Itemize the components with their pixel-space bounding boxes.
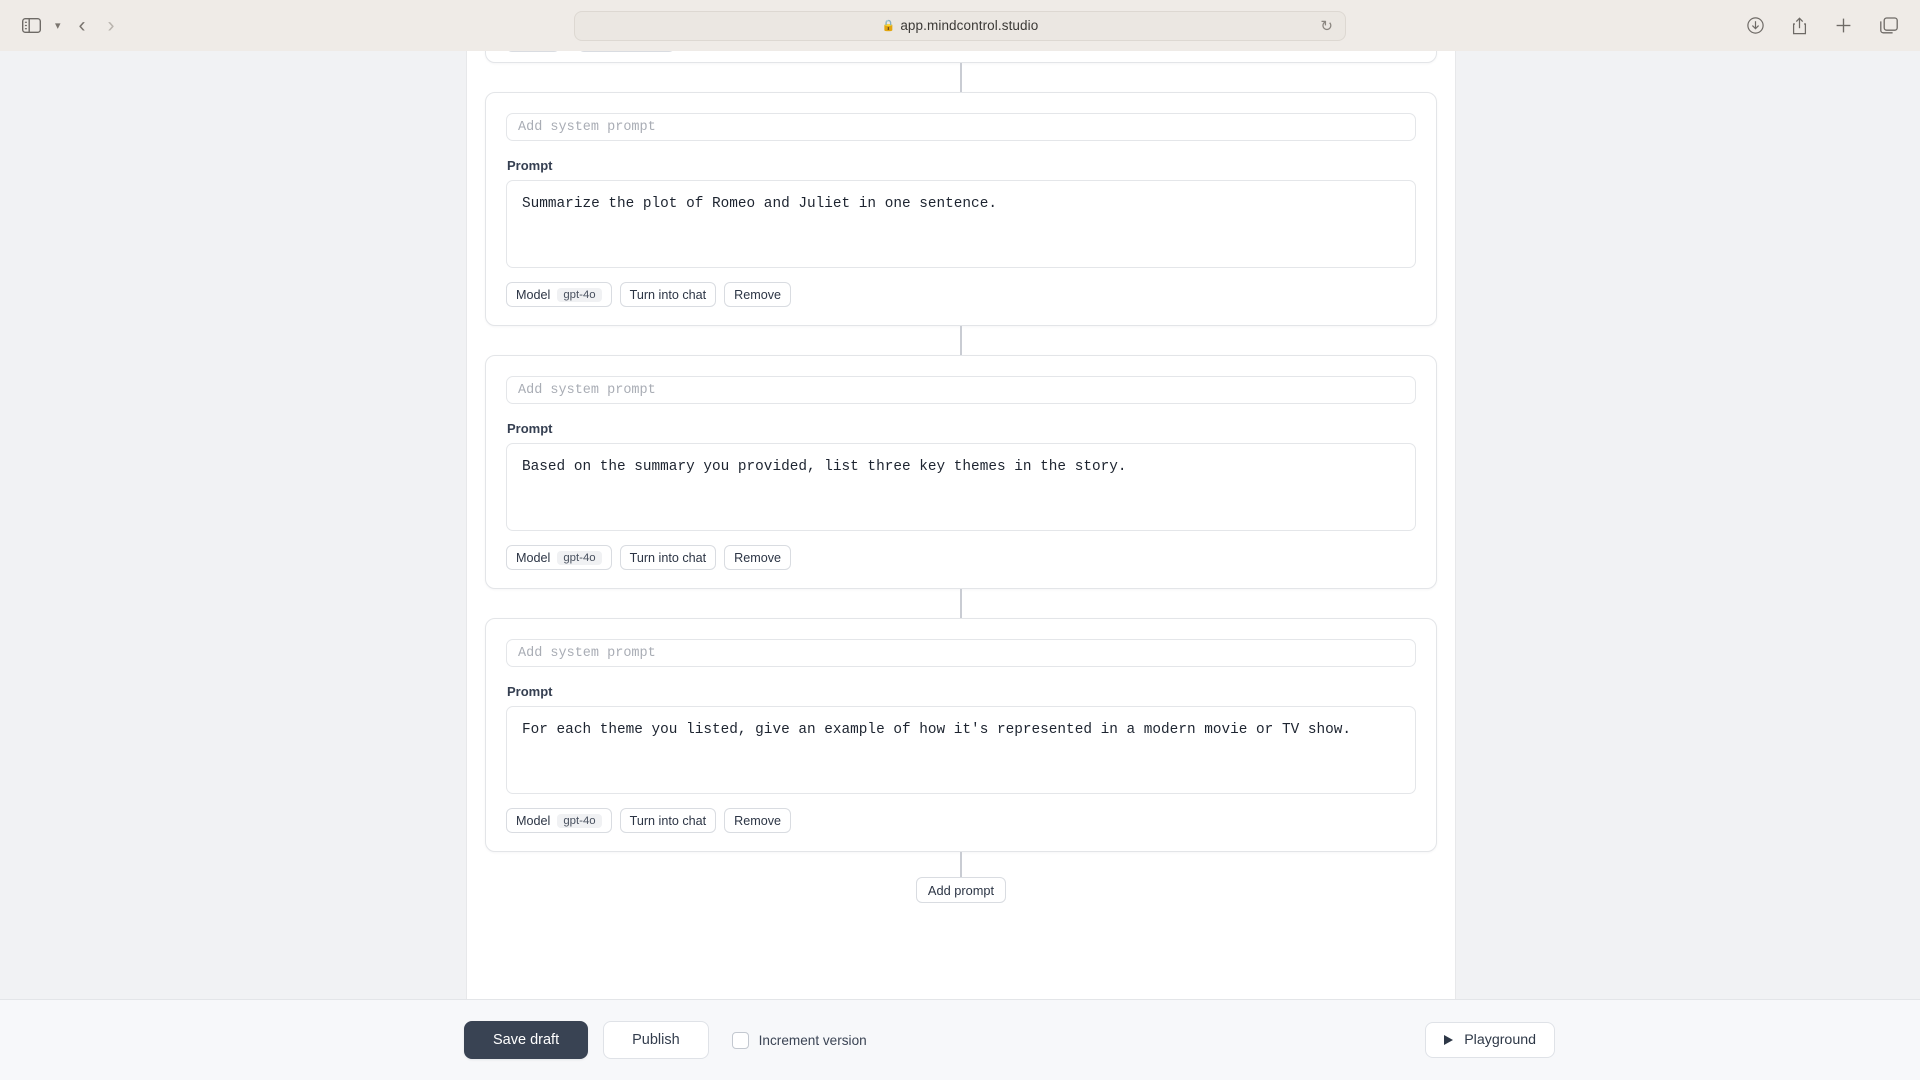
- browser-nav-controls: ▾ ‹ ›: [22, 15, 119, 36]
- remove-button-1-label: Remove: [734, 287, 782, 302]
- turn-into-chat-button-1[interactable]: Turn into chat: [619, 282, 717, 307]
- prompt-card-1: Prompt Model gpt-4o Turn into chat Remov…: [485, 92, 1437, 326]
- browser-toolbar: ▾ ‹ › 🔒 app.mindcontrol.studio ↻: [0, 0, 1920, 51]
- increment-version-control[interactable]: Increment version: [731, 1031, 867, 1049]
- prompt-chain-scroll-area[interactable]: Model Turn into chat Prompt Model: [0, 51, 1920, 999]
- add-prompt-row: Add prompt: [467, 877, 1455, 929]
- increment-version-label: Increment version: [758, 1032, 867, 1048]
- model-button-1[interactable]: Model gpt-4o: [506, 282, 612, 307]
- action-bar-left: Save draft Publish Increment version: [464, 1021, 867, 1059]
- system-prompt-input-1[interactable]: [506, 113, 1416, 141]
- model-button-2-label: Model: [516, 550, 551, 565]
- prompt-card-partial: Model Turn into chat: [485, 51, 1437, 63]
- reload-icon[interactable]: ↻: [1320, 17, 1333, 35]
- lock-icon: 🔒: [881, 20, 896, 32]
- model-button-3[interactable]: Model gpt-4o: [506, 808, 612, 833]
- turn-into-chat-2-label: Turn into chat: [629, 550, 707, 565]
- address-bar-url: app.mindcontrol.studio: [900, 18, 1039, 33]
- add-prompt-label: Add prompt: [927, 882, 995, 898]
- prompt-card-3-actions: Model gpt-4o Turn into chat Remove: [506, 808, 1416, 833]
- prompt-card-2: Prompt Model gpt-4o Turn into chat Remov…: [485, 355, 1437, 589]
- play-icon: [1444, 1035, 1454, 1045]
- action-bar-right: Playground: [1425, 1022, 1555, 1058]
- prompt-label-1: Prompt: [507, 158, 553, 173]
- prompt-textarea-1[interactable]: [506, 180, 1416, 268]
- save-draft-button[interactable]: Save draft: [464, 1021, 589, 1059]
- publish-label: Publish: [632, 1032, 680, 1048]
- prompt-textarea-2[interactable]: [506, 443, 1416, 531]
- publish-button[interactable]: Publish: [603, 1021, 709, 1059]
- share-icon[interactable]: [1792, 16, 1807, 35]
- model-badge-3: gpt-4o: [557, 813, 602, 828]
- browser-actions: [1747, 16, 1898, 35]
- model-badge-1: gpt-4o: [557, 287, 602, 302]
- increment-version-checkbox[interactable]: [731, 1031, 749, 1049]
- turn-into-chat-1-label: Turn into chat: [629, 287, 707, 302]
- forward-arrow-icon[interactable]: ›: [104, 15, 119, 36]
- card-connector: [467, 63, 1455, 92]
- remove-button-3-label: Remove: [734, 813, 782, 828]
- prompt-label-2: Prompt: [507, 421, 553, 436]
- back-arrow-icon[interactable]: ‹: [75, 15, 90, 36]
- prompt-chain-column: Model Turn into chat Prompt Model: [466, 51, 1456, 999]
- save-draft-label: Save draft: [493, 1032, 560, 1048]
- system-prompt-input-3[interactable]: [506, 639, 1416, 667]
- card-connector: [467, 326, 1455, 355]
- model-button-2[interactable]: Model gpt-4o: [506, 545, 612, 570]
- playground-label: Playground: [1464, 1032, 1536, 1048]
- downloads-icon[interactable]: [1747, 17, 1764, 34]
- chevron-down-icon[interactable]: ▾: [55, 19, 61, 32]
- system-prompt-input-2[interactable]: [506, 376, 1416, 404]
- plus-icon[interactable]: [1835, 17, 1852, 34]
- remove-button-1[interactable]: Remove: [724, 282, 792, 307]
- card-connector: [467, 589, 1455, 618]
- sidebar-toggle-icon[interactable]: [22, 18, 41, 33]
- model-button[interactable]: Model: [506, 51, 561, 52]
- prompt-card-2-actions: Model gpt-4o Turn into chat Remove: [506, 545, 1416, 570]
- address-bar[interactable]: 🔒 app.mindcontrol.studio ↻: [574, 10, 1346, 41]
- turn-into-chat-3-label: Turn into chat: [629, 813, 707, 828]
- prompt-label-3: Prompt: [507, 684, 553, 699]
- model-button-3-label: Model: [516, 813, 551, 828]
- remove-button-2[interactable]: Remove: [724, 545, 792, 570]
- turn-into-chat-button-3[interactable]: Turn into chat: [619, 808, 717, 833]
- action-bar: Save draft Publish Increment version Pla…: [0, 999, 1920, 1080]
- turn-into-chat-button[interactable]: Turn into chat: [578, 51, 675, 52]
- prompt-card-partial-button-row: Model Turn into chat: [506, 51, 675, 52]
- remove-button-2-label: Remove: [734, 550, 782, 565]
- model-badge-2: gpt-4o: [557, 550, 602, 565]
- prompt-textarea-3[interactable]: [506, 706, 1416, 794]
- add-prompt-button[interactable]: Add prompt: [915, 877, 1007, 903]
- app-page: Model Turn into chat Prompt Model: [0, 51, 1920, 1080]
- prompt-card-3: Prompt Model gpt-4o Turn into chat Remov…: [485, 618, 1437, 852]
- model-button-1-label: Model: [516, 287, 551, 302]
- prompt-card-1-actions: Model gpt-4o Turn into chat Remove: [506, 282, 1416, 307]
- remove-button-3[interactable]: Remove: [724, 808, 792, 833]
- playground-button[interactable]: Playground: [1425, 1022, 1555, 1058]
- tab-overview-icon[interactable]: [1880, 17, 1898, 34]
- turn-into-chat-button-2[interactable]: Turn into chat: [619, 545, 717, 570]
- add-prompt-connector: [467, 852, 1455, 877]
